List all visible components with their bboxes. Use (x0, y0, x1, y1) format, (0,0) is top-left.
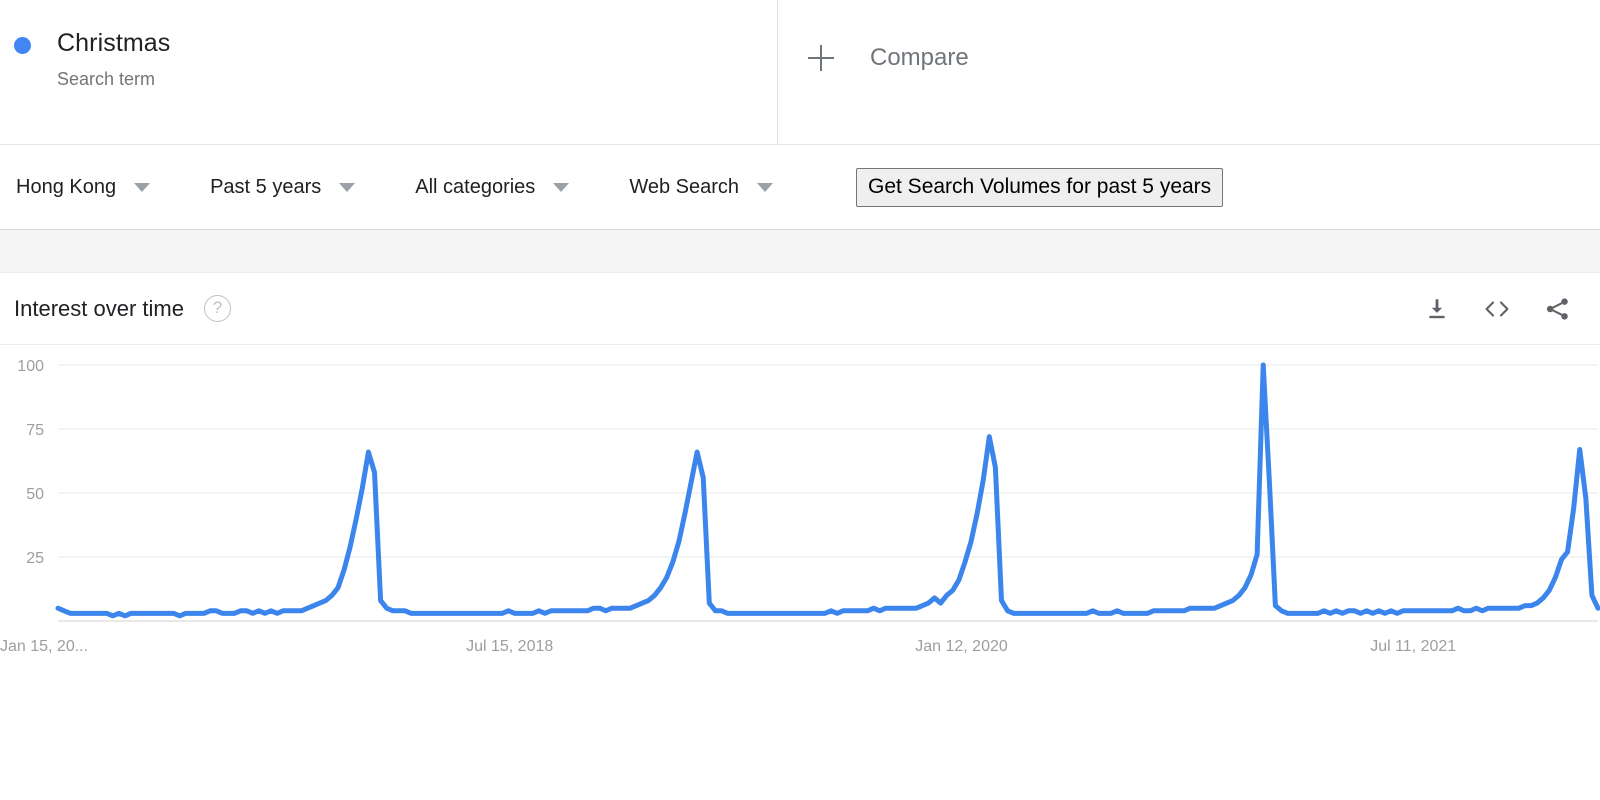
series-line (55, 362, 1600, 619)
search-term-card[interactable]: Christmas Search term (0, 0, 778, 144)
x-axis-tick: Jul 11, 2021 (1370, 638, 1456, 655)
section-separator (0, 230, 1600, 273)
compare-button[interactable]: Compare (778, 0, 1600, 144)
page-title: Interest over time (14, 295, 184, 321)
filter-search-type-label: Web Search (629, 176, 739, 198)
download-icon[interactable] (1422, 294, 1452, 324)
plus-icon (808, 45, 834, 71)
filter-category[interactable]: All categories (415, 175, 570, 199)
chevron-down-icon (553, 182, 570, 192)
interest-over-time-header: Interest over time ? (0, 273, 1600, 345)
filter-search-type[interactable]: Web Search (629, 175, 773, 199)
filter-location-label: Hong Kong (16, 176, 117, 198)
filter-time-range[interactable]: Past 5 years (210, 175, 356, 199)
share-icon[interactable] (1542, 294, 1572, 324)
filter-time-range-label: Past 5 years (210, 176, 322, 198)
y-axis-tick: 100 (17, 358, 44, 375)
y-axis-tick: 25 (26, 550, 44, 567)
get-search-volumes-button[interactable]: Get Search Volumes for past 5 years (856, 167, 1224, 207)
chevron-down-icon (339, 182, 356, 192)
term-compare-bar: Christmas Search term Compare (0, 0, 1600, 145)
y-axis-tick: 50 (26, 486, 44, 503)
filter-location[interactable]: Hong Kong (16, 175, 151, 199)
embed-code-icon[interactable] (1482, 294, 1512, 324)
interest-over-time-chart[interactable]: 25 50 75 100 Jan 15, 20... Jul 15, 2018 Jan 12… (0, 345, 1600, 800)
compare-label: Compare (870, 44, 969, 71)
x-axis-tick: Jul 15, 2018 (466, 638, 553, 655)
x-axis-tick: Jan 12, 2020 (915, 638, 1008, 655)
chart-canvas: 25 50 75 100 Jan 15, 20... Jul 15, 2018 Jan 12… (0, 358, 1600, 655)
search-term-subtitle: Search term (57, 69, 156, 89)
search-term-title: Christmas (57, 29, 171, 57)
filter-bar: Hong Kong Past 5 years All categories We… (0, 145, 1600, 230)
chevron-down-icon (134, 182, 151, 192)
series-color-dot (14, 37, 31, 54)
y-axis-tick: 75 (26, 422, 44, 439)
x-axis-tick: Jan 15, 20... (0, 638, 88, 655)
filter-category-label: All categories (415, 176, 536, 198)
help-icon[interactable]: ? (203, 295, 231, 322)
chevron-down-icon (757, 182, 773, 192)
